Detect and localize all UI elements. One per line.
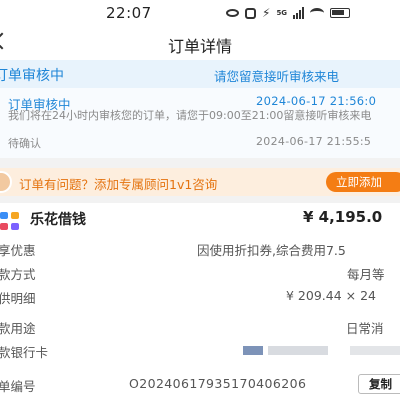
discount-value: 因使用折扣券,综合费用7.5 — [197, 243, 346, 258]
timeline-step1-time: 2024-06-17 21:56:0 — [256, 94, 377, 108]
help-banner[interactable]: 订单有问题？添加专属顾问1v1咨询 立即添加 — [0, 168, 400, 196]
detail-row-discount: 享优惠 因使用折扣券,综合费用7.5 — [0, 236, 400, 260]
wifi-icon — [310, 8, 325, 18]
order-no-label: 单编号 — [0, 379, 36, 394]
usage-value: 日常消 — [346, 321, 384, 336]
status-icons: ⚡ 5G — [226, 6, 351, 20]
detail-row-bank-card: 款银行卡 — [0, 338, 400, 362]
product-logo-icon — [0, 212, 22, 230]
advisor-avatar — [0, 171, 12, 193]
help-banner-text: 订单有问题？添加专属顾问1v1咨询 — [19, 177, 218, 192]
nav-bar: 订单详情 — [0, 26, 400, 60]
repay-plan-value: ¥ 209.44 × 24 — [286, 288, 376, 303]
copy-order-no-button[interactable]: 复制 — [358, 374, 400, 394]
bank-card-label: 款银行卡 — [0, 345, 49, 360]
detail-row-usage: 款用途 日常消 — [0, 314, 400, 338]
usage-label: 款用途 — [0, 321, 36, 336]
section-divider — [0, 196, 400, 203]
status-time: 22:07 — [106, 4, 152, 22]
bank-card-masked-2 — [350, 346, 400, 355]
section-divider — [0, 158, 400, 168]
battery-icon — [330, 8, 351, 18]
timeline-step2-time: 2024-06-17 21:55:5 — [256, 135, 372, 148]
timeline-step2-status: 待确认 — [8, 137, 41, 150]
discount-label: 享优惠 — [0, 243, 36, 258]
5g-tag-icon: 5G — [276, 9, 288, 17]
review-status-note: 请您留意接听审核来电 — [214, 69, 340, 84]
repay-method-label: 款方式 — [0, 267, 36, 282]
bank-logo-icon — [243, 346, 263, 355]
detail-row-order-no: 单编号 O2024061793517040​6206 复制 — [0, 372, 400, 396]
signal-icon — [293, 7, 305, 19]
repay-method-value: 每月等 — [347, 267, 385, 282]
page-title: 订单详情 — [167, 37, 232, 56]
camera-icon — [245, 7, 256, 19]
order-no-value: O2024061793517040​6206 — [129, 376, 307, 391]
review-status-banner: 订单审核中 请您留意接听审核来电 — [0, 60, 400, 88]
status-bar: 22:07 ⚡ 5G — [0, 0, 400, 26]
timeline-step1-desc: 我们将在24小时内审核您的订单，请您于09:00至21:00留意接听审核来电 — [8, 109, 372, 122]
add-advisor-button[interactable]: 立即添加 — [326, 172, 400, 192]
eye-icon — [226, 9, 239, 17]
bolt-icon: ⚡ — [262, 6, 271, 20]
detail-row-repay-method: 款方式 每月等 — [0, 260, 400, 284]
repay-plan-label: 供明细 — [0, 291, 36, 306]
bank-card-masked — [268, 346, 328, 355]
detail-row-repay-plan[interactable]: 供明细 ¥ 209.44 × 24 — [0, 284, 400, 308]
product-name: 乐花借钱 — [30, 212, 86, 228]
order-timeline: 订单审核中 2024-06-17 21:56:0 我们将在24小时内审核您的订单… — [0, 88, 400, 158]
loan-amount: ¥ 4,195.0 — [303, 208, 383, 226]
product-row: 乐花借钱 ¥ 4,195.0 — [0, 203, 400, 235]
review-status-title: 订单审核中 — [0, 68, 64, 84]
